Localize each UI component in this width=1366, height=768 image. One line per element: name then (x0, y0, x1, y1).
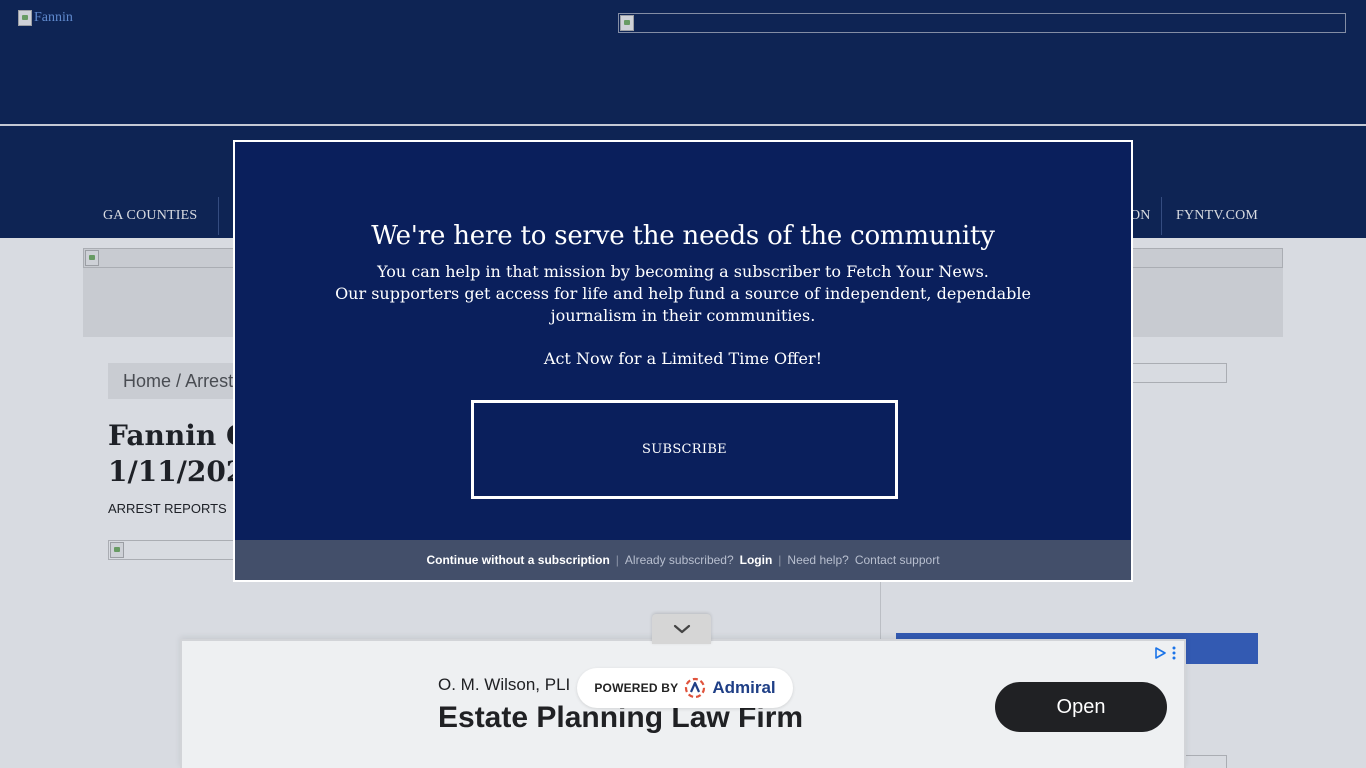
ad-collapse-tab[interactable] (652, 614, 711, 644)
admiral-logo-icon (685, 677, 706, 699)
modal-offer: Act Now for a Limited Time Offer! (543, 349, 823, 368)
admiral-brand-name: Admiral (712, 678, 776, 697)
continue-without-subscription-link[interactable]: Continue without a subscription (426, 553, 609, 567)
ad-open-button[interactable]: Open (995, 682, 1167, 732)
footer-separator: | (615, 553, 619, 567)
modal-footer: Continue without a subscription | Alread… (235, 540, 1131, 580)
powered-by-label: POWERED BY (594, 681, 679, 695)
already-subscribed-text: Already subscribed? (624, 553, 734, 567)
powered-by-admiral-badge[interactable]: POWERED BY Admiral (577, 668, 793, 708)
ad-choices[interactable] (1154, 646, 1176, 660)
modal-body-line2: Our supporters get access for life and h… (335, 284, 1031, 325)
sticky-bottom-ad[interactable]: O. M. Wilson, PLI Estate Planning Law Fi… (180, 639, 1186, 768)
footer-separator: | (778, 553, 782, 567)
modal-body: You can help in that mission by becoming… (295, 261, 1071, 327)
contact-support-link[interactable]: Contact support (855, 553, 940, 567)
kebab-menu-icon[interactable] (1172, 646, 1176, 660)
ad-advertiser-name: O. M. Wilson, PLI (438, 675, 571, 694)
modal-body-line1: You can help in that mission by becoming… (377, 262, 989, 281)
subscription-modal: We're here to serve the needs of the com… (233, 140, 1133, 582)
adchoices-icon[interactable] (1154, 647, 1166, 659)
subscribe-button[interactable]: SUBSCRIBE (471, 400, 898, 499)
need-help-text: Need help? (787, 553, 849, 567)
login-link[interactable]: Login (740, 553, 773, 567)
modal-heading: We're here to serve the needs of the com… (371, 221, 995, 251)
chevron-down-icon[interactable] (673, 624, 691, 634)
